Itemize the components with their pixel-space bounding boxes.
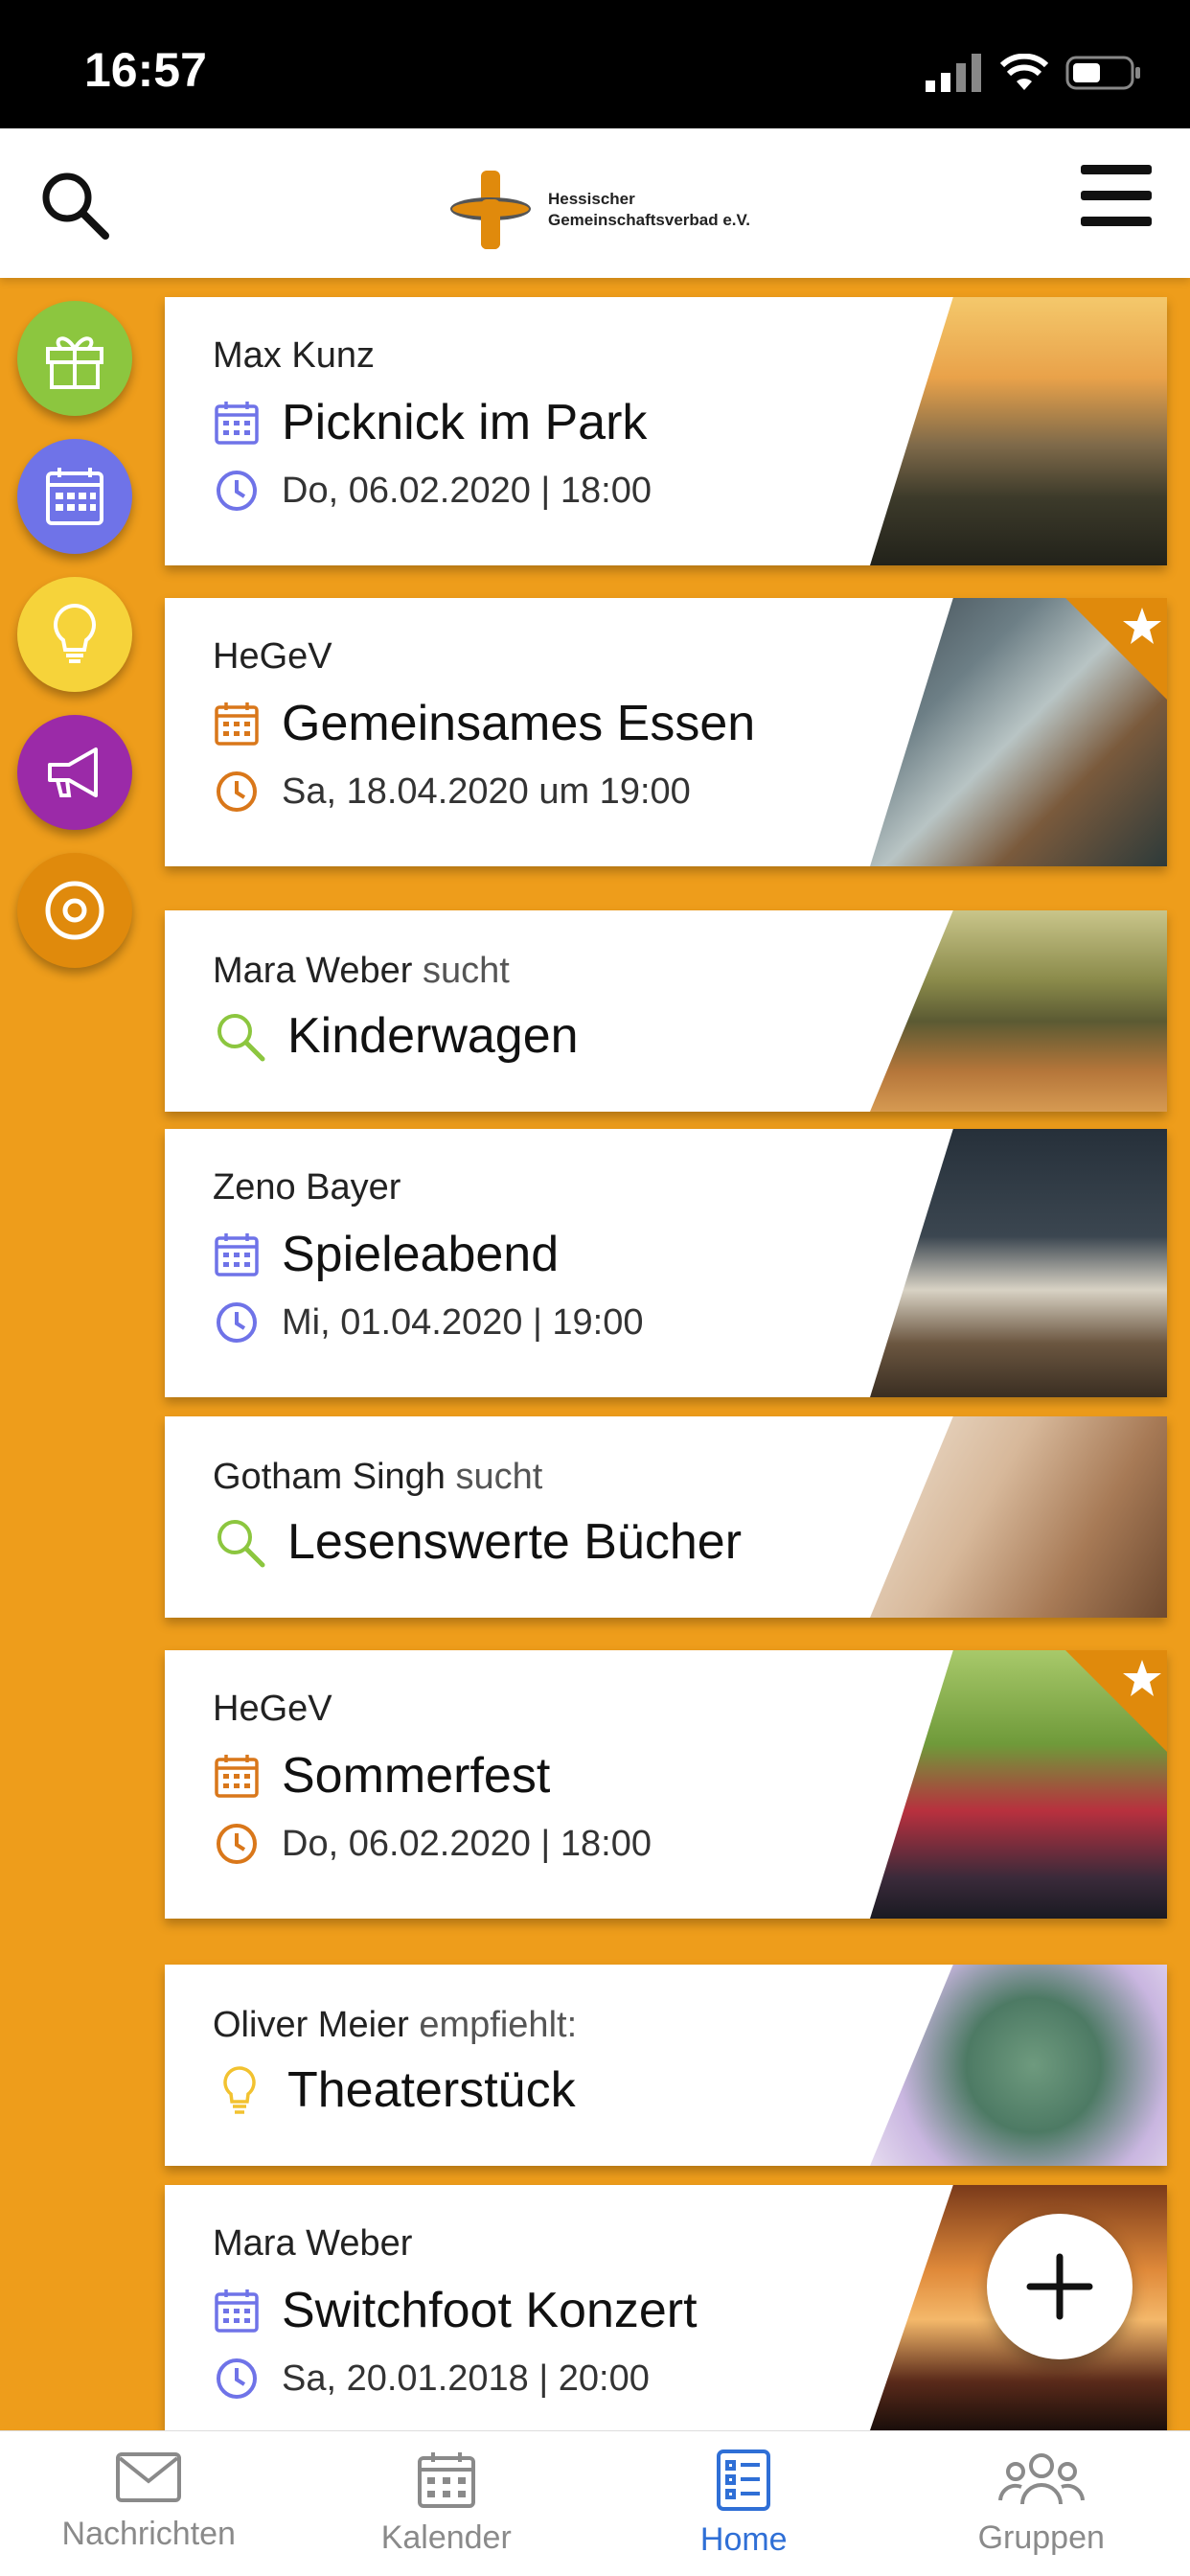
calendar-icon <box>46 468 103 525</box>
card-title: Picknick im Park <box>282 395 648 450</box>
card-title: Spieleabend <box>282 1227 560 1282</box>
category-calendar-button[interactable] <box>17 439 132 554</box>
calendar-icon <box>215 1755 259 1798</box>
clock-icon <box>217 1302 257 1343</box>
card-image <box>870 1965 1167 2166</box>
card-image <box>870 1416 1167 1618</box>
logo-line-2: Gemeinschaftsverbad e.V. <box>548 211 751 229</box>
search-icon[interactable] <box>36 167 113 243</box>
tab-label: Home <box>699 2521 788 2558</box>
card-author: Gotham Singh sucht <box>213 1457 543 1497</box>
category-other-button[interactable] <box>17 853 132 968</box>
clock-icon <box>217 771 257 812</box>
clock-icon <box>217 2358 257 2399</box>
feed-card[interactable]: Oliver Meier empfiehlt: Theaterstück <box>165 1965 1167 2166</box>
card-date: Do, 06.02.2020 | 18:00 <box>282 470 652 511</box>
battery-icon <box>1065 56 1140 90</box>
add-button[interactable] <box>987 2214 1133 2359</box>
card-author: Max Kunz <box>213 335 375 376</box>
tab-label: Gruppen <box>977 2519 1105 2556</box>
card-author: Mara Weber <box>213 2223 413 2264</box>
card-author: HeGeV <box>213 1689 332 1729</box>
calendar-icon <box>215 402 259 445</box>
category-announcements-button[interactable] <box>17 715 132 830</box>
tab-gruppen[interactable]: Gruppen <box>893 2431 1190 2576</box>
hamburger-menu-icon[interactable] <box>1081 165 1152 226</box>
card-title: Sommerfest <box>282 1748 551 1804</box>
card-author: Oliver Meier empfiehlt: <box>213 2005 578 2045</box>
calendar-icon <box>417 2452 475 2508</box>
calendar-icon <box>215 1233 259 1276</box>
card-date: Sa, 20.01.2018 | 20:00 <box>282 2358 650 2399</box>
tab-nachrichten[interactable]: Nachrichten <box>0 2431 298 2576</box>
card-author: HeGeV <box>213 636 332 677</box>
card-author: Mara Weber sucht <box>213 951 510 991</box>
tab-kalender[interactable]: Kalender <box>298 2431 596 2576</box>
clock-icon <box>217 1824 257 1864</box>
feed-card[interactable]: Zeno Bayer Spieleabend Mi, 01.04.2020 | … <box>165 1129 1167 1397</box>
calendar-icon <box>215 702 259 746</box>
group-icon <box>997 2453 1085 2505</box>
signal-icon <box>926 54 981 92</box>
lightbulb-icon <box>223 2066 256 2114</box>
list-icon <box>717 2450 771 2511</box>
card-image <box>870 910 1167 1112</box>
tab-bar: Nachrichten Kalender Home Gruppen <box>0 2430 1190 2576</box>
feed-card[interactable]: Gotham Singh sucht Lesenswerte Bücher <box>165 1416 1167 1618</box>
feed-card[interactable]: Mara Weber sucht Kinderwagen <box>165 910 1167 1112</box>
app-header: Hessischer Gemeinschaftsverbad e.V. <box>0 128 1190 278</box>
card-title: Lesenswerte Bücher <box>287 1514 743 1570</box>
lightbulb-icon <box>54 603 96 663</box>
tab-home[interactable]: Home <box>595 2431 893 2576</box>
card-image <box>870 1129 1167 1397</box>
card-date: Do, 06.02.2020 | 18:00 <box>282 1823 652 1864</box>
status-time: 16:57 <box>84 43 207 97</box>
favorite-star-icon[interactable] <box>1054 598 1167 711</box>
status-bar: 16:57 <box>0 0 1190 128</box>
feed-card[interactable]: HeGeV Sommerfest Do, 06.02.2020 | 18:00 <box>165 1650 1167 1919</box>
feed-card[interactable]: Max Kunz Picknick im Park Do, 06.02.2020… <box>165 297 1167 565</box>
card-author: Zeno Bayer <box>213 1167 401 1208</box>
calendar-icon <box>215 2289 259 2333</box>
card-image <box>870 297 1167 565</box>
logo-line-1: Hessischer <box>548 190 635 208</box>
card-title: Gemeinsames Essen <box>282 696 756 751</box>
card-date: Sa, 18.04.2020 um 19:00 <box>282 770 691 812</box>
target-icon <box>45 881 104 940</box>
category-gifts-button[interactable] <box>17 301 132 416</box>
clock-icon <box>217 471 257 511</box>
tab-label: Kalender <box>380 2519 512 2556</box>
logo: Hessischer Gemeinschaftsverbad e.V. <box>448 167 750 253</box>
category-ideas-button[interactable] <box>17 577 132 692</box>
status-icons <box>926 54 1142 92</box>
category-rail <box>17 301 132 991</box>
card-title: Switchfoot Konzert <box>282 2283 698 2338</box>
card-title: Kinderwagen <box>287 1008 579 1064</box>
plus-icon <box>1026 2253 1093 2320</box>
mail-icon <box>116 2452 182 2502</box>
search-icon <box>217 1014 265 1062</box>
logo-cross-icon <box>450 171 531 249</box>
gift-icon <box>46 336 103 389</box>
search-icon <box>217 1520 265 1568</box>
card-date: Mi, 01.04.2020 | 19:00 <box>282 1301 644 1343</box>
megaphone-icon <box>48 748 98 797</box>
feed-card[interactable]: HeGeV Gemeinsames Essen Sa, 18.04.2020 u… <box>165 598 1167 866</box>
favorite-star-icon[interactable] <box>1054 1650 1167 1763</box>
wifi-icon <box>1000 54 1048 90</box>
tab-label: Nachrichten <box>61 2516 236 2552</box>
card-title: Theaterstück <box>287 2062 576 2118</box>
